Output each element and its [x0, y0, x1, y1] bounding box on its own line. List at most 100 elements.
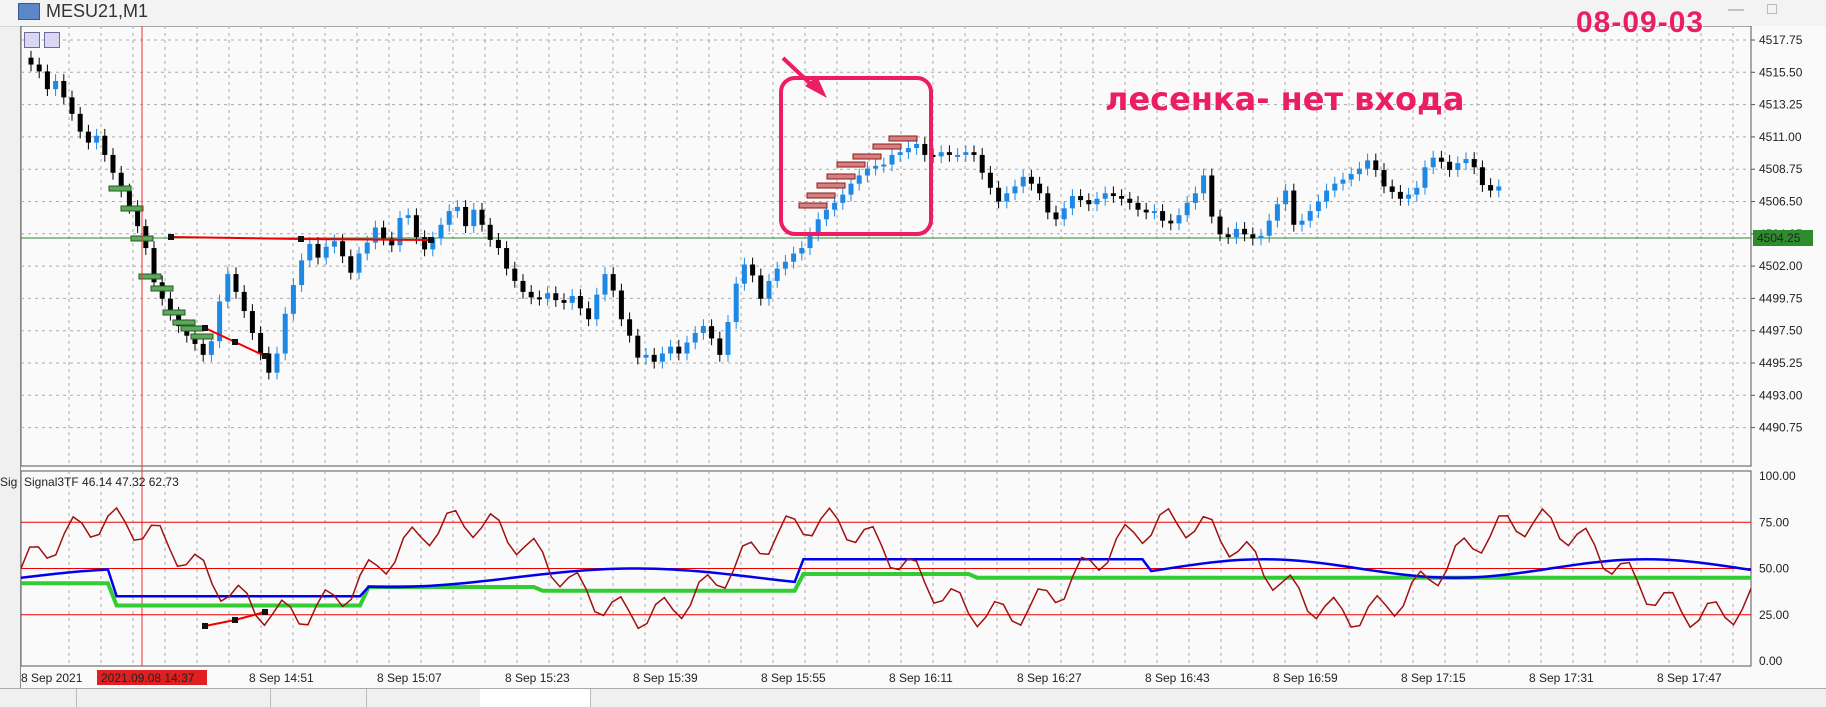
bull-candle — [1430, 157, 1436, 168]
window-titlebar: MESU21,M1 — □ — [0, 0, 1826, 27]
bull-candle — [873, 165, 879, 169]
bear-candle — [553, 293, 559, 301]
time-axis-label: 8 Sep 15:07 — [377, 671, 442, 685]
bear-candle — [110, 154, 116, 173]
price-scale-label: 4506.50 — [1759, 195, 1803, 209]
bear-candle — [1053, 212, 1059, 220]
bull-candle — [832, 202, 838, 210]
chart-toolbar-icons — [24, 32, 64, 53]
bull-candle — [881, 164, 887, 167]
chart-canvas[interactable]: 4517.75 4515.50 4513.25 4511.00 4508.75 4506.… — [21, 26, 1826, 688]
bull-candle — [471, 209, 477, 227]
bear-candle — [610, 274, 616, 291]
bear-candle — [1373, 160, 1379, 170]
bull-candle — [1315, 201, 1321, 212]
bear-candle — [528, 291, 534, 298]
bear-candle — [717, 338, 723, 355]
bull-candle — [897, 152, 903, 155]
bull-candle — [840, 194, 846, 203]
bull-candle — [208, 341, 214, 355]
bear-candle — [126, 190, 132, 207]
time-axis-label: 8 Sep 15:23 — [505, 671, 570, 685]
bear-candle — [28, 57, 34, 65]
bull-candle — [53, 80, 59, 90]
bear-candle — [102, 135, 108, 155]
bear-candle — [627, 319, 633, 336]
chart-frame[interactable]: 4517.75 4515.50 4513.25 4511.00 4508.75 4506.… — [20, 26, 1826, 688]
one-click-icon[interactable] — [44, 32, 60, 48]
bull-candle — [364, 242, 370, 254]
signal-box-red — [806, 192, 836, 199]
bear-candle — [1381, 169, 1387, 187]
minimize-button[interactable]: — — [1722, 1, 1750, 19]
bull-candle — [684, 342, 690, 354]
bull-candle — [94, 135, 100, 143]
bear-candle — [651, 354, 657, 362]
bull-candle — [668, 346, 674, 354]
bull-candle — [1069, 196, 1075, 209]
bear-candle — [85, 131, 91, 143]
bull-candle — [569, 295, 575, 303]
bull-candle — [725, 322, 731, 355]
signal-box-green — [108, 185, 132, 192]
bear-candle — [577, 295, 583, 309]
indicator-scale-label: 0.00 — [1759, 654, 1783, 668]
bear-candle — [758, 275, 764, 299]
ladder-annotation: лесенка- нет входа — [1105, 80, 1465, 118]
signal-box-red — [826, 173, 856, 180]
bull-candle — [1012, 186, 1018, 194]
bull-candle — [1422, 167, 1428, 188]
time-axis-label: 8 Sep 17:15 — [1401, 671, 1466, 685]
bear-candle — [512, 268, 518, 281]
bull-candle — [299, 260, 305, 286]
signal-box-green — [120, 205, 144, 212]
time-axis-label: 8 Sep 16:11 — [889, 671, 953, 685]
price-scale-label: 4517.75 — [1759, 33, 1803, 47]
indicator-marker — [262, 609, 268, 615]
bear-candle — [709, 326, 715, 339]
status-cell — [480, 689, 591, 707]
price-scale-label: 4508.75 — [1759, 162, 1803, 176]
bear-candle — [61, 80, 67, 98]
bear-candle — [1438, 157, 1444, 162]
maximize-button[interactable]: □ — [1758, 1, 1786, 19]
bull-candle — [1283, 190, 1289, 205]
time-axis-label: 8 Sep 16:59 — [1273, 671, 1338, 685]
bear-candle — [487, 224, 493, 240]
bear-candle — [1488, 185, 1494, 191]
bull-candle — [799, 248, 805, 254]
trade-panel-icon[interactable] — [24, 32, 40, 48]
bull-candle — [1324, 190, 1330, 202]
bull-candle — [274, 353, 280, 373]
bear-candle — [348, 256, 354, 273]
bear-candle — [77, 113, 83, 132]
bear-candle — [971, 152, 977, 155]
bear-candle — [1160, 211, 1166, 221]
bull-candle — [331, 241, 337, 247]
bear-candle — [946, 152, 952, 155]
bull-candle — [766, 280, 772, 299]
bear-candle — [504, 248, 510, 269]
indicator-scale-label: 25.00 — [1759, 608, 1789, 622]
bull-candle — [307, 243, 313, 261]
bull-candle — [1151, 211, 1157, 214]
bear-candle — [1217, 216, 1223, 235]
bull-candle — [848, 183, 854, 195]
bear-candle — [1045, 193, 1051, 213]
status-cell — [0, 689, 77, 707]
bear-candle — [1037, 183, 1043, 194]
bear-candle — [1110, 193, 1116, 197]
bull-candle — [1414, 187, 1420, 195]
bull-candle — [1258, 235, 1264, 239]
time-axis-label: 8 Sep 16:43 — [1145, 671, 1210, 685]
bear-candle — [1479, 167, 1485, 186]
bear-candle — [1471, 159, 1477, 168]
signal-box-green — [172, 319, 196, 326]
bull-candle — [692, 332, 698, 343]
bull-candle — [282, 313, 288, 354]
signal-box-green — [150, 285, 174, 292]
bear-candle — [258, 332, 264, 354]
bull-candle — [1094, 198, 1100, 205]
bull-candle — [438, 224, 444, 239]
bear-candle — [1397, 191, 1403, 199]
